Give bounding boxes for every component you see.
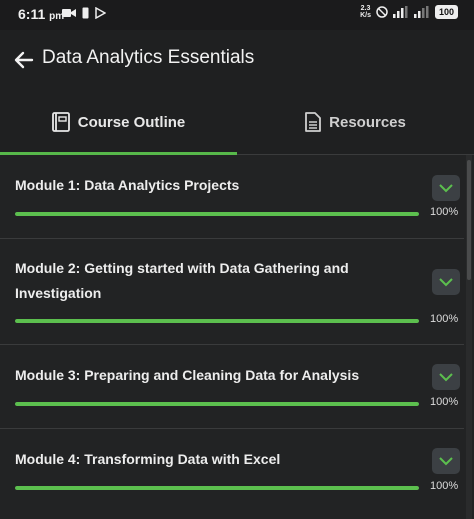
module-title: Module 1: Data Analytics Projects xyxy=(15,177,240,193)
app-screen: 6:11 pm 2.3 K/s 100 Data Analytics Essen… xyxy=(0,0,474,519)
dnd-icon xyxy=(376,6,388,18)
status-time-value: 6:11 xyxy=(18,6,46,22)
page-title: Data Analytics Essentials xyxy=(42,47,255,68)
chevron-down-icon xyxy=(439,277,453,286)
book-icon xyxy=(51,112,70,132)
status-time: 6:11 pm xyxy=(18,6,64,22)
wifi-signal-icon xyxy=(413,6,429,18)
module-title: Module 3: Preparing and Cleaning Data fo… xyxy=(15,367,360,383)
net-speed-value: 2.3 xyxy=(360,5,371,12)
progress-percent: 100% xyxy=(430,206,459,218)
tab-bar: Course Outline Resources xyxy=(0,90,474,155)
tab-resources[interactable]: Resources xyxy=(237,90,474,154)
module-title: Module 2: Getting started with Data Gath… xyxy=(15,260,349,301)
battery-icon: 100 xyxy=(434,5,458,19)
progress-percent: 100% xyxy=(430,480,459,492)
scrollbar-thumb[interactable] xyxy=(467,160,471,280)
progress-fill xyxy=(15,486,419,490)
status-left-icons xyxy=(62,7,106,19)
status-right-icons: 2.3 K/s 100 xyxy=(360,5,458,19)
progress-percent: 100% xyxy=(430,313,459,325)
chevron-down-icon xyxy=(439,456,453,465)
play-store-icon xyxy=(95,7,106,19)
module-item[interactable]: Module 2: Getting started with Data Gath… xyxy=(0,239,464,345)
progress-fill xyxy=(15,212,419,216)
expand-button[interactable] xyxy=(432,448,460,474)
progress-fill xyxy=(15,319,419,323)
module-item[interactable]: Module 1: Data Analytics Projects 100% xyxy=(0,155,464,239)
status-bar: 6:11 pm 2.3 K/s 100 xyxy=(0,0,474,30)
phone-icon xyxy=(82,7,89,19)
video-camera-icon xyxy=(62,9,76,17)
tab-resources-label: Resources xyxy=(329,113,406,131)
module-item[interactable]: Module 4: Transforming Data with Excel 1… xyxy=(0,429,464,519)
expand-button[interactable] xyxy=(432,364,460,390)
net-speed: 2.3 K/s xyxy=(360,5,371,19)
progress-bar xyxy=(15,486,419,490)
progress-percent: 100% xyxy=(430,396,459,408)
net-speed-unit: K/s xyxy=(360,12,371,19)
tab-course-outline[interactable]: Course Outline xyxy=(0,90,237,155)
expand-button[interactable] xyxy=(432,269,460,295)
module-item[interactable]: Module 3: Preparing and Cleaning Data fo… xyxy=(0,345,464,429)
progress-bar xyxy=(15,402,419,406)
progress-bar xyxy=(15,319,419,323)
expand-button[interactable] xyxy=(432,175,460,201)
back-arrow-icon[interactable] xyxy=(12,48,36,72)
document-icon xyxy=(305,112,322,132)
progress-bar xyxy=(15,212,419,216)
chevron-down-icon xyxy=(439,183,453,192)
tab-course-outline-label: Course Outline xyxy=(77,113,186,131)
chevron-down-icon xyxy=(439,372,453,381)
app-bar: Data Analytics Essentials xyxy=(0,30,474,90)
module-title: Module 4: Transforming Data with Excel xyxy=(15,451,281,467)
progress-fill xyxy=(15,402,419,406)
signal-icon xyxy=(392,6,408,18)
